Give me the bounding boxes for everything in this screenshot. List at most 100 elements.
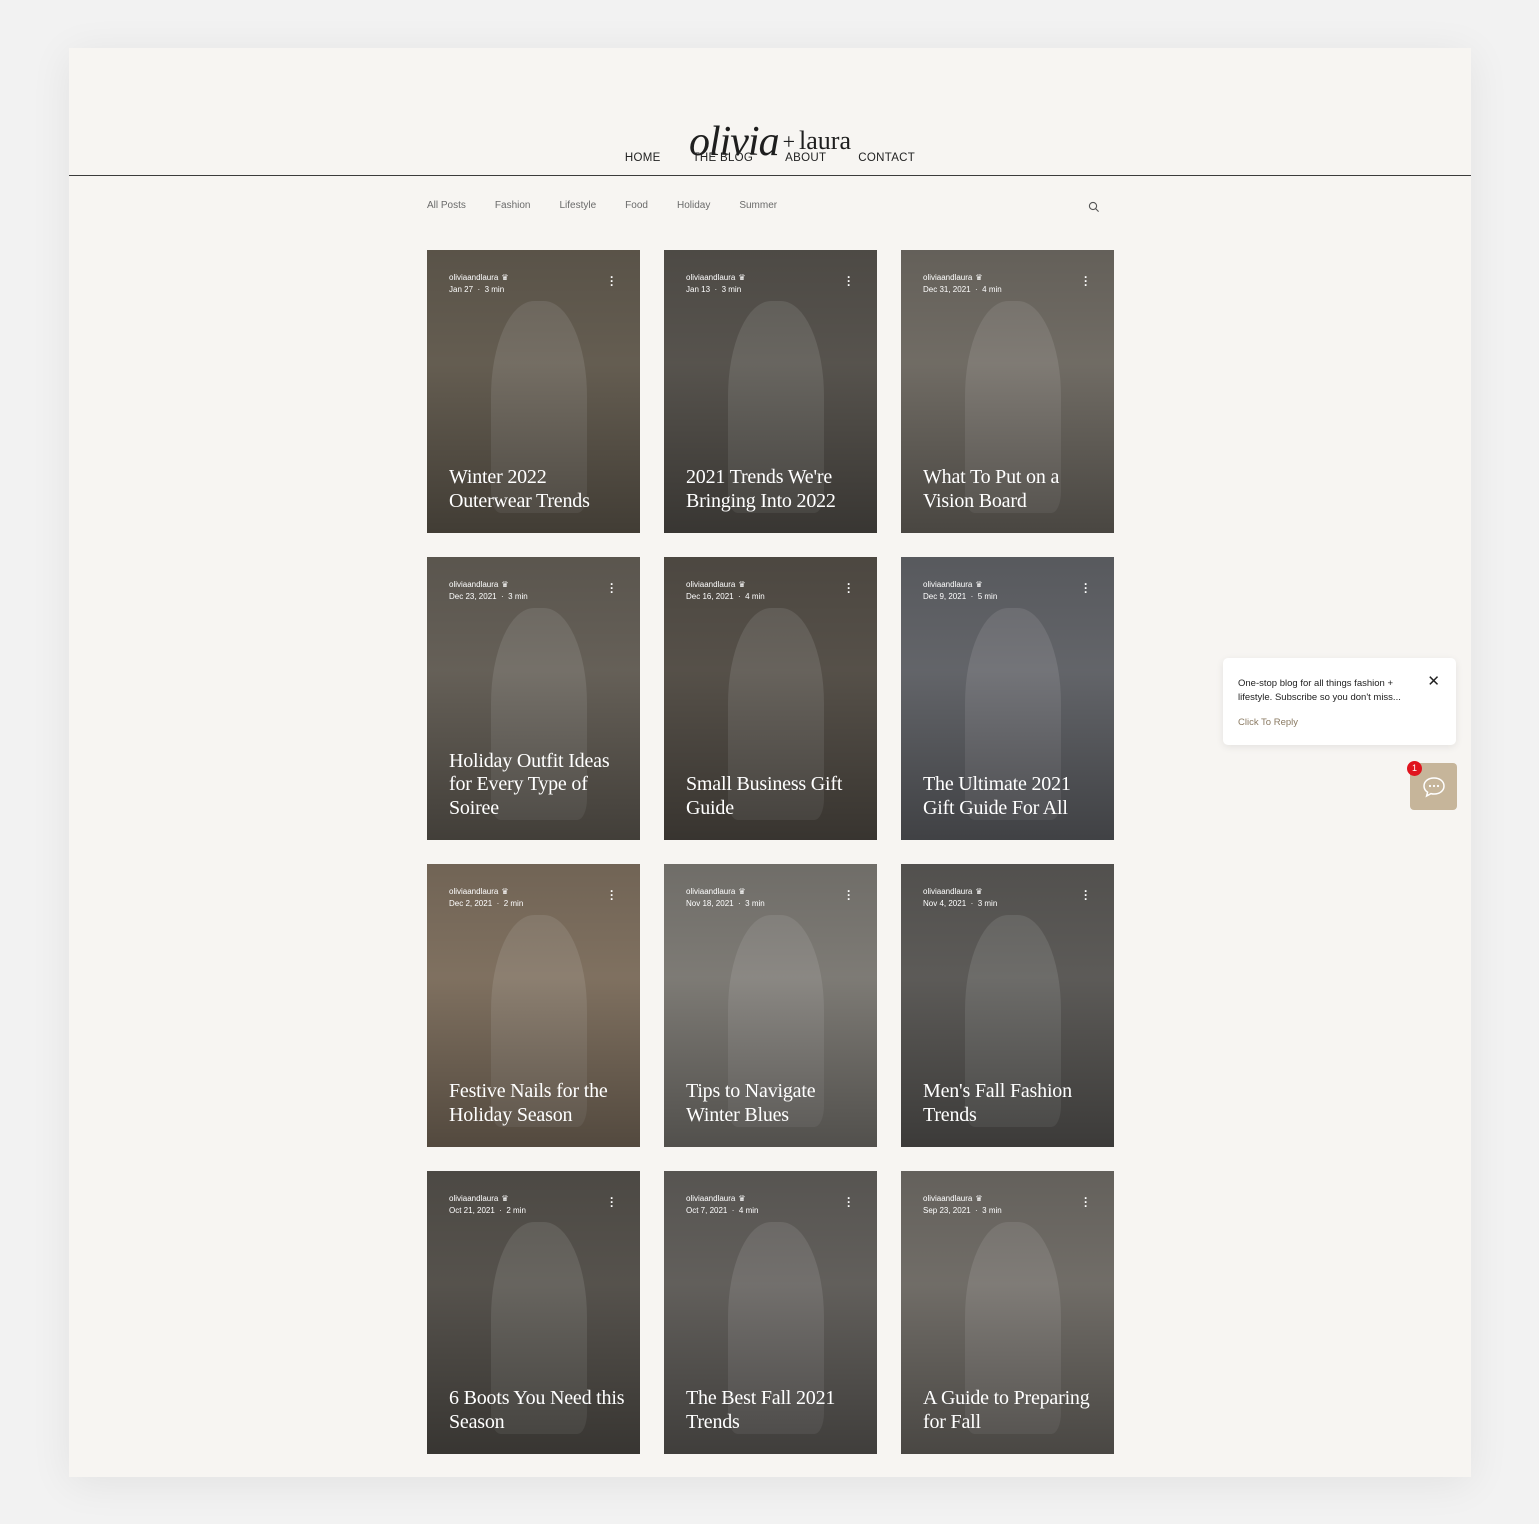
post-author[interactable]: oliviaandlaura (449, 1193, 498, 1205)
post-author[interactable]: oliviaandlaura (449, 886, 498, 898)
main-nav: HOME THE BLOG ABOUT CONTACT (69, 152, 1471, 164)
post-author[interactable]: oliviaandlaura (686, 579, 735, 591)
post-title[interactable]: Small Business Gift Guide (686, 773, 863, 820)
post-meta: oliviaandlaura ♛ Oct 21, 2021 · 2 min (449, 1193, 526, 1215)
category-holiday[interactable]: Holiday (677, 200, 710, 211)
post-read-time: 4 min (745, 592, 765, 601)
post-date: Nov 18, 2021 (686, 899, 734, 908)
post-meta: oliviaandlaura ♛ Sep 23, 2021 · 3 min (923, 1193, 1002, 1215)
post-card[interactable]: oliviaandlaura ♛ Dec 2, 2021 · 2 min · · · Fes… (427, 864, 640, 1147)
post-read-time: 2 min (503, 899, 524, 908)
more-options-icon[interactable]: · · · (847, 578, 851, 598)
post-title[interactable]: The Ultimate 2021 Gift Guide For All (923, 773, 1100, 820)
post-card[interactable]: oliviaandlaura ♛ Nov 18, 2021 · 3 min · · · Ti… (664, 864, 877, 1147)
post-date: Dec 16, 2021 (686, 592, 734, 601)
post-card[interactable]: oliviaandlaura ♛ Jan 13 · 3 min · · · 2021 Tre… (664, 250, 877, 533)
post-meta: oliviaandlaura ♛ Oct 7, 2021 · 4 min (686, 1193, 759, 1215)
post-meta: oliviaandlaura ♛ Dec 23, 2021 · 3 min (449, 579, 528, 601)
more-options-icon[interactable]: · · · (1084, 271, 1088, 291)
more-options-icon[interactable]: · · · (610, 885, 614, 905)
post-meta: oliviaandlaura ♛ Dec 31, 2021 · 4 min (923, 272, 1002, 294)
post-card[interactable]: oliviaandlaura ♛ Jan 27 · 3 min · · · Winter 2… (427, 250, 640, 533)
nav-contact[interactable]: CONTACT (858, 152, 915, 164)
post-meta: oliviaandlaura ♛ Nov 4, 2021 · 3 min (923, 886, 998, 908)
post-title[interactable]: 2021 Trends We're Bringing Into 2022 (686, 466, 863, 513)
crown-icon: ♛ (975, 580, 983, 589)
more-options-icon[interactable]: · · · (610, 578, 614, 598)
post-meta: oliviaandlaura ♛ Dec 16, 2021 · 4 min (686, 579, 765, 601)
post-title[interactable]: The Best Fall 2021 Trends (686, 1387, 863, 1434)
post-date: Jan 27 (449, 285, 474, 294)
post-author[interactable]: oliviaandlaura (923, 579, 972, 591)
crown-icon: ♛ (738, 887, 746, 896)
post-card[interactable]: oliviaandlaura ♛ Dec 31, 2021 · 4 min · · · Wh… (901, 250, 1114, 533)
more-options-icon[interactable]: · · · (847, 1192, 851, 1212)
post-card[interactable]: oliviaandlaura ♛ Oct 7, 2021 · 4 min · · · The… (664, 1171, 877, 1454)
post-date: Jan 13 (686, 285, 711, 294)
post-author[interactable]: oliviaandlaura (923, 886, 972, 898)
nav-blog[interactable]: THE BLOG (693, 152, 754, 164)
close-icon[interactable]: ✕ (1427, 672, 1440, 690)
category-all-posts[interactable]: All Posts (427, 200, 466, 211)
post-author[interactable]: oliviaandlaura (686, 1193, 735, 1205)
nav-home[interactable]: HOME (625, 152, 661, 164)
post-meta: oliviaandlaura ♛ Nov 18, 2021 · 3 min (686, 886, 765, 908)
post-card[interactable]: oliviaandlaura ♛ Sep 23, 2021 · 3 min · · · A … (901, 1171, 1114, 1454)
search-icon[interactable] (1088, 201, 1100, 213)
post-meta: oliviaandlaura ♛ Jan 13 · 3 min (686, 272, 746, 294)
crown-icon: ♛ (738, 1194, 746, 1203)
post-read-time: 3 min (484, 285, 505, 294)
post-meta: oliviaandlaura ♛ Dec 2, 2021 · 2 min (449, 886, 524, 908)
post-card[interactable]: oliviaandlaura ♛ Nov 4, 2021 · 3 min · · · Men… (901, 864, 1114, 1147)
crown-icon: ♛ (501, 887, 509, 896)
post-author[interactable]: oliviaandlaura (686, 272, 735, 284)
crown-icon: ♛ (975, 887, 983, 896)
post-author[interactable]: oliviaandlaura (449, 579, 498, 591)
more-options-icon[interactable]: · · · (1084, 885, 1088, 905)
post-title[interactable]: Tips to Navigate Winter Blues (686, 1080, 863, 1127)
nav-about[interactable]: ABOUT (785, 152, 826, 164)
post-author[interactable]: oliviaandlaura (923, 1193, 972, 1205)
post-author[interactable]: oliviaandlaura (923, 272, 972, 284)
more-options-icon[interactable]: · · · (847, 271, 851, 291)
post-title[interactable]: A Guide to Preparing for Fall (923, 1387, 1100, 1434)
post-title[interactable]: Festive Nails for the Holiday Season (449, 1080, 626, 1127)
post-card[interactable]: oliviaandlaura ♛ Dec 16, 2021 · 4 min · · · Sm… (664, 557, 877, 840)
post-read-time: 3 min (982, 1206, 1002, 1215)
more-options-icon[interactable]: · · · (610, 271, 614, 291)
more-options-icon[interactable]: · · · (1084, 1192, 1088, 1212)
category-lifestyle[interactable]: Lifestyle (559, 200, 596, 211)
post-title[interactable]: Men's Fall Fashion Trends (923, 1080, 1100, 1127)
logo-plus: + (782, 129, 796, 154)
post-card[interactable]: oliviaandlaura ♛ Oct 21, 2021 · 2 min · · · 6 … (427, 1171, 640, 1454)
post-date: Dec 9, 2021 (923, 592, 967, 601)
category-summer[interactable]: Summer (739, 200, 777, 211)
post-read-time: 3 min (721, 285, 742, 294)
post-read-time: 3 min (977, 899, 998, 908)
post-read-time: 4 min (982, 285, 1002, 294)
post-read-time: 4 min (738, 1206, 759, 1215)
more-options-icon[interactable]: · · · (610, 1192, 614, 1212)
post-title[interactable]: 6 Boots You Need this Season (449, 1387, 626, 1434)
crown-icon: ♛ (501, 273, 509, 282)
post-grid: oliviaandlaura ♛ Jan 27 · 3 min · · · Winter 2… (427, 250, 1114, 1454)
chat-popup[interactable]: One-stop blog for all things fashion + l… (1223, 658, 1456, 745)
more-options-icon[interactable]: · · · (847, 885, 851, 905)
post-title[interactable]: What To Put on a Vision Board (923, 466, 1100, 513)
post-date: Dec 31, 2021 (923, 285, 971, 294)
post-author[interactable]: oliviaandlaura (449, 272, 498, 284)
post-read-time: 2 min (506, 1206, 526, 1215)
post-card[interactable]: oliviaandlaura ♛ Dec 23, 2021 · 3 min · · · Ho… (427, 557, 640, 840)
post-meta: oliviaandlaura ♛ Jan 27 · 3 min (449, 272, 509, 294)
more-options-icon[interactable]: · · · (1084, 578, 1088, 598)
chat-bubble-icon (1422, 776, 1445, 797)
post-date: Sep 23, 2021 (923, 1206, 971, 1215)
post-author[interactable]: oliviaandlaura (686, 886, 735, 898)
click-to-reply-link[interactable]: Click To Reply (1238, 717, 1298, 728)
category-food[interactable]: Food (625, 200, 648, 211)
post-title[interactable]: Winter 2022 Outerwear Trends (449, 466, 626, 513)
post-card[interactable]: oliviaandlaura ♛ Dec 9, 2021 · 5 min · · · The… (901, 557, 1114, 840)
crown-icon: ♛ (975, 1194, 983, 1203)
post-title[interactable]: Holiday Outfit Ideas for Every Type of S… (449, 750, 626, 821)
category-fashion[interactable]: Fashion (495, 200, 531, 211)
